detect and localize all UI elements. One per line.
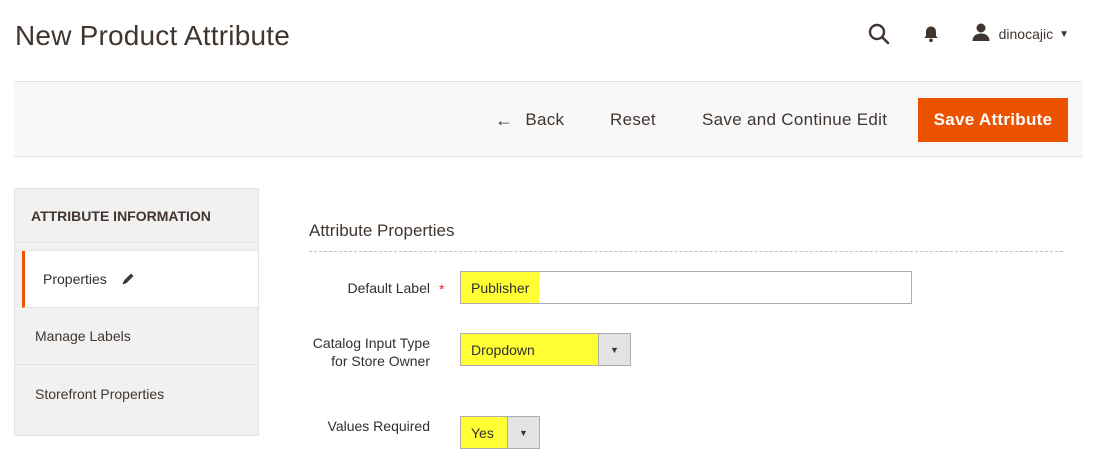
sidebar-item-label: Properties — [43, 271, 107, 287]
sidebar-item-manage-labels[interactable]: Manage Labels — [15, 308, 258, 365]
sidebar-item-storefront-properties[interactable]: Storefront Properties — [15, 365, 258, 422]
save-and-continue-button[interactable]: Save and Continue Edit — [702, 98, 887, 142]
user-icon — [971, 22, 991, 47]
chevron-down-icon: ▼ — [598, 334, 630, 365]
chevron-down-icon: ▼ — [1059, 28, 1069, 40]
values-required-label: Values Required — [327, 418, 430, 434]
default-label-label: Default Label — [347, 280, 430, 296]
bell-icon[interactable] — [915, 18, 947, 50]
back-label: Back — [525, 110, 565, 129]
save-attribute-button[interactable]: Save Attribute — [918, 98, 1068, 142]
page-title: New Product Attribute — [15, 20, 290, 51]
section-title: Attribute Properties — [309, 221, 455, 240]
catalog-input-type-select[interactable]: Dropdown ▼ — [460, 333, 631, 366]
page-actions-bar: ← Back Reset Save and Continue Edit Save… — [14, 81, 1083, 157]
chevron-down-icon: ▼ — [507, 417, 539, 448]
sidebar-title: ATTRIBUTE INFORMATION — [15, 189, 258, 243]
required-marker: * — [439, 281, 445, 297]
sidebar-divider — [15, 243, 258, 251]
user-menu[interactable]: dinocajic ▼ — [971, 22, 1069, 47]
back-button[interactable]: ← Back — [495, 98, 564, 142]
arrow-left-icon: ← — [495, 109, 514, 130]
sidebar-item-properties[interactable]: Properties — [22, 251, 258, 308]
sidebar-item-label: Storefront Properties — [35, 385, 165, 402]
sidebar-item-label: Manage Labels — [35, 328, 131, 344]
section-divider — [309, 251, 1063, 252]
reset-button[interactable]: Reset — [610, 98, 656, 142]
user-name: dinocajic — [998, 26, 1054, 42]
sidebar: ATTRIBUTE INFORMATION Properties Manage … — [14, 188, 259, 436]
values-required-select[interactable]: Yes ▼ — [460, 416, 540, 449]
search-icon[interactable] — [863, 18, 895, 50]
default-label-input[interactable]: Publisher — [460, 271, 912, 304]
values-required-value: Yes — [461, 417, 507, 448]
default-label-value: Publisher — [461, 272, 540, 303]
header-actions: dinocajic ▼ — [863, 18, 1069, 50]
pencil-icon — [121, 272, 135, 286]
catalog-input-type-value: Dropdown — [461, 334, 598, 365]
catalog-input-type-label: Catalog Input Type for Store Owner — [312, 335, 430, 369]
